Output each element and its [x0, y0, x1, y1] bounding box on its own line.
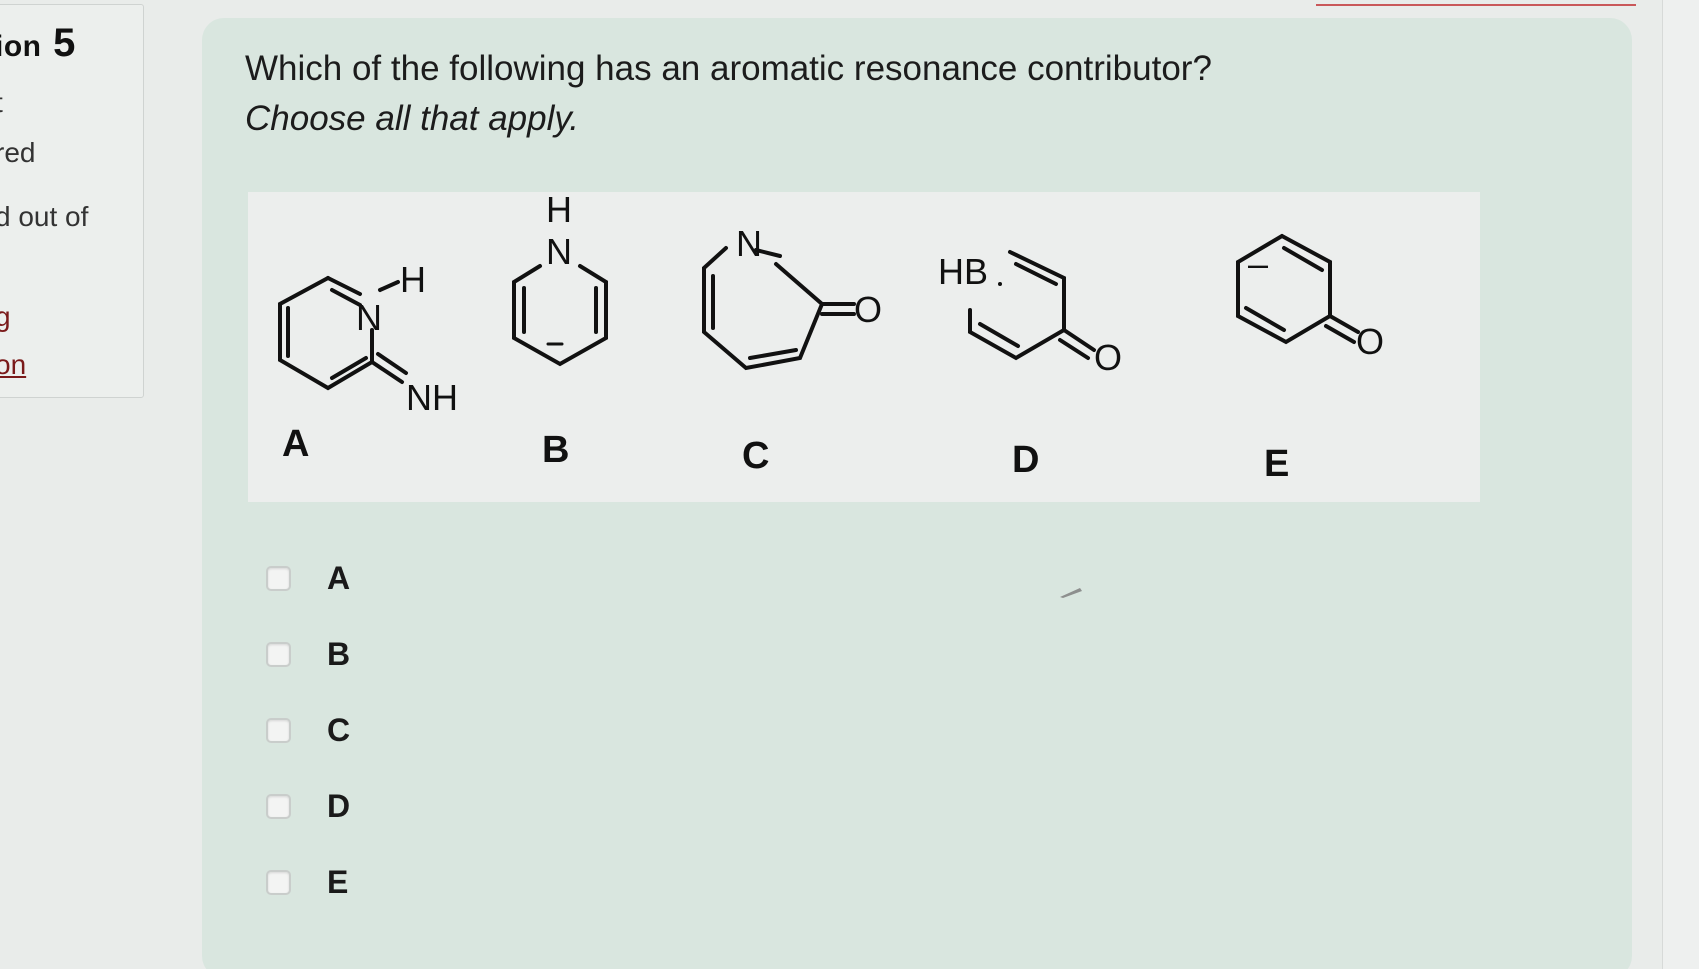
- info-line-1: t: [0, 87, 3, 119]
- option-d-label: D: [327, 787, 351, 824]
- structure-a-label: A: [282, 423, 309, 465]
- structure-e: – O E: [1236, 234, 1384, 485]
- top-divider: [1316, 0, 1636, 6]
- structure-a-h: H: [400, 259, 426, 300]
- option-d[interactable]: D: [266, 786, 466, 826]
- structures-figure: N H NH A H N B N O C HB O D – O E: [248, 192, 1480, 502]
- info-line-3: d out of: [0, 201, 89, 232]
- question-prompt: Which of the following has an aromatic r…: [245, 44, 1212, 144]
- structure-c-n: N: [736, 223, 762, 264]
- option-e-checkbox[interactable]: [266, 869, 291, 895]
- question-info-panel: ion 5 t red d out of g on: [0, 4, 144, 398]
- option-c[interactable]: C: [266, 710, 466, 750]
- question-instruction: Choose all that apply.: [245, 99, 580, 138]
- question-number: 5: [53, 21, 76, 65]
- structure-b-label: B: [542, 429, 569, 471]
- structure-b-n: N: [546, 231, 572, 272]
- structure-c: N O C: [702, 223, 882, 477]
- option-b[interactable]: B: [266, 634, 466, 674]
- option-d-checkbox[interactable]: [266, 793, 291, 819]
- option-a-checkbox[interactable]: [266, 565, 291, 591]
- structure-d-hb: HB: [938, 251, 988, 292]
- structure-d-label: D: [1012, 439, 1039, 481]
- structure-d: HB O D: [938, 250, 1122, 481]
- option-a-label: A: [327, 559, 351, 596]
- pencil-cursor-icon: [1060, 588, 1082, 598]
- option-e[interactable]: E: [266, 862, 466, 902]
- option-b-checkbox[interactable]: [266, 641, 291, 667]
- option-e-label: E: [327, 863, 349, 900]
- structure-b: H N B: [512, 192, 608, 471]
- structure-a-n: N: [356, 297, 382, 338]
- option-c-checkbox[interactable]: [266, 717, 291, 743]
- page: ion 5 t red d out of g on Which of the f…: [0, 0, 1699, 969]
- option-a[interactable]: A: [266, 558, 466, 598]
- structure-e-o: O: [1356, 321, 1384, 362]
- structures-svg: N H NH A H N B N O C HB O D – O E: [278, 192, 1384, 485]
- structure-a: N H NH A: [278, 259, 458, 465]
- question-text: Which of the following has an aromatic r…: [245, 49, 1212, 88]
- question-title-text: ion: [0, 30, 42, 63]
- structure-a-nh: NH: [406, 377, 458, 418]
- structure-e-label: E: [1264, 443, 1289, 485]
- structure-c-o: O: [854, 289, 882, 330]
- structure-b-h: H: [546, 192, 572, 230]
- right-edge-panel: [1662, 0, 1699, 969]
- structure-d-o: O: [1094, 337, 1122, 378]
- option-b-label: B: [327, 635, 351, 672]
- option-c-label: C: [327, 711, 351, 748]
- question-title: ion 5: [0, 21, 76, 66]
- info-line-4: g: [0, 301, 11, 332]
- question-link[interactable]: on: [0, 349, 26, 381]
- info-line-2: red: [0, 137, 36, 168]
- structure-c-label: C: [742, 435, 769, 477]
- structure-e-anion: –: [1248, 243, 1268, 284]
